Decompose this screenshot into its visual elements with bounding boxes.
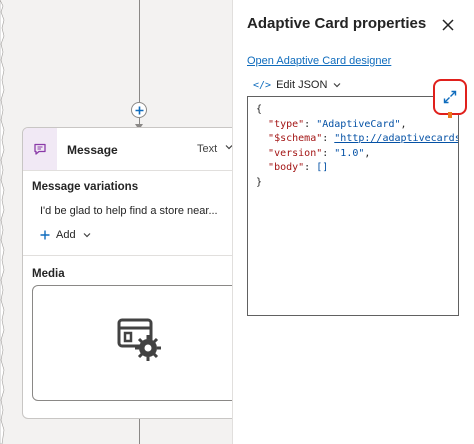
add-variation-button[interactable]: Add (40, 229, 92, 241)
json-schema-key: "$schema" (268, 133, 323, 144)
chevron-down-icon (83, 233, 91, 238)
json-body-key: "body" (268, 162, 305, 173)
json-schema-value[interactable]: "http://adaptivecards.i (334, 133, 458, 144)
adaptive-card-settings-icon (117, 318, 161, 361)
edit-json-label: Edit JSON (276, 79, 328, 91)
plus-icon (40, 230, 50, 240)
message-icon (23, 128, 57, 170)
code-icon: </> (253, 79, 272, 91)
json-type-value: "AdaptiveCard" (316, 118, 401, 130)
media-adaptive-card-box[interactable] (32, 285, 232, 401)
edit-json-dropdown[interactable]: </> Edit JSON (253, 79, 342, 91)
node-title: Message (67, 143, 118, 157)
message-variation-text[interactable]: I'd be glad to help find a store near... (40, 205, 218, 217)
json-code: { "type": "AdaptiveCard", "$schema": "ht… (256, 103, 458, 190)
json-version-value: "1.0" (334, 147, 365, 159)
close-icon[interactable] (439, 16, 457, 34)
add-node-button[interactable] (131, 102, 147, 118)
message-node[interactable]: Message Text Message variations I'd be g… (22, 127, 232, 419)
plus-icon (135, 106, 143, 114)
highlight-marker (448, 112, 452, 118)
add-label: Add (56, 229, 76, 241)
expand-editor-button[interactable] (433, 79, 467, 115)
panel-title: Adaptive Card properties (247, 15, 427, 32)
open-designer-link[interactable]: Open Adaptive Card designer (247, 55, 391, 67)
json-close-brace: } (256, 176, 263, 188)
chevron-down-icon[interactable] (224, 142, 232, 152)
message-type-dropdown[interactable]: Text (197, 143, 217, 155)
chevron-down-icon (333, 83, 341, 88)
json-version-key: "version" (268, 147, 323, 159)
authoring-canvas: Message Text Message variations I'd be g… (0, 0, 232, 444)
json-editor[interactable]: { "type": "AdaptiveCard", "$schema": "ht… (247, 96, 459, 316)
json-body-value: [] (316, 162, 329, 173)
bottom-connector-line (139, 419, 140, 444)
top-connector-line (139, 0, 140, 102)
json-open-brace: { (256, 104, 263, 115)
adaptive-card-properties-panel: Adaptive Card properties Open Adaptive C… (232, 0, 474, 444)
expand-icon (443, 90, 457, 104)
section-divider (23, 255, 232, 256)
json-type-key: "type" (268, 118, 305, 130)
message-variations-label: Message variations (32, 181, 139, 193)
message-node-header: Message Text (23, 128, 232, 171)
media-label: Media (32, 268, 65, 280)
torn-edge (0, 0, 5, 444)
